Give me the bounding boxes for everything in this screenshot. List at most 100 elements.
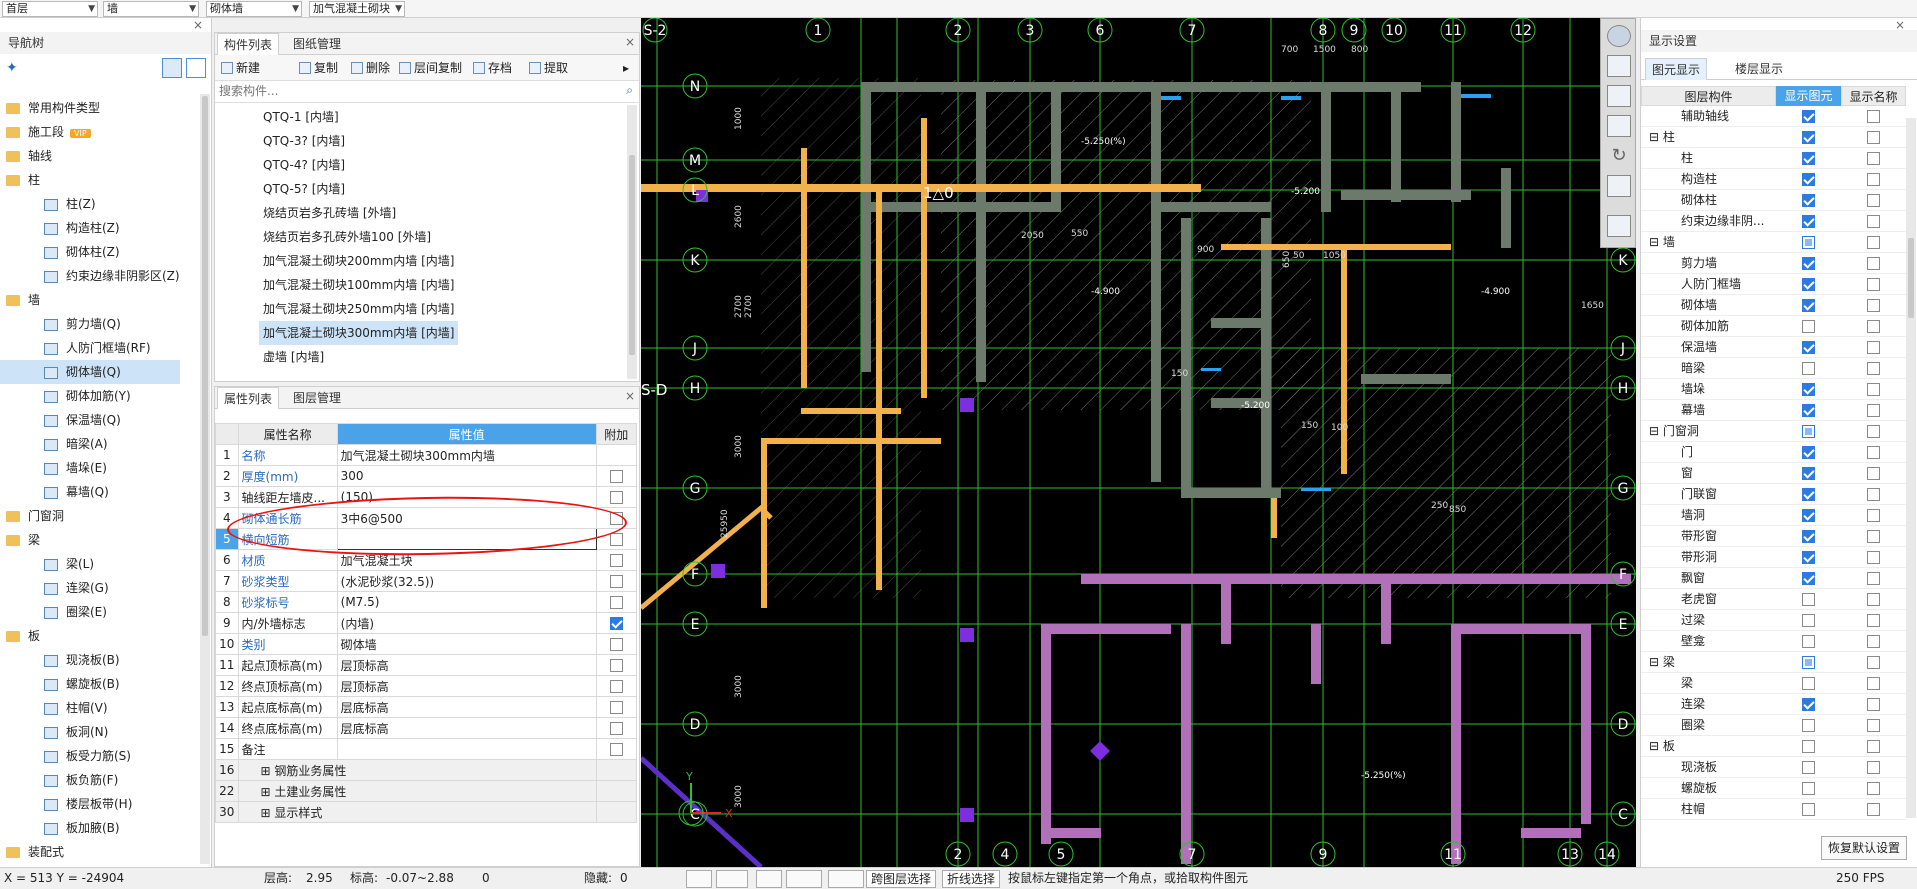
- nav-item[interactable]: 板受力筋(S): [0, 744, 196, 768]
- display-row[interactable]: ⊟ 墙: [1641, 232, 1906, 253]
- extra-checkbox[interactable]: [609, 722, 623, 735]
- nav-item[interactable]: 现浇板(B): [0, 648, 196, 672]
- property-value[interactable]: 层底标高: [336, 696, 597, 718]
- display-row[interactable]: 墙垛: [1641, 379, 1906, 400]
- nav-item[interactable]: 剪力墙(Q): [0, 312, 196, 336]
- component-item[interactable]: 加气混凝土砌块250mm内墙 [内墙]: [259, 297, 458, 321]
- grid-view-icon[interactable]: [186, 58, 206, 78]
- component-item[interactable]: 烧结页岩多孔砖墙 [外墙]: [259, 201, 400, 225]
- show-element-checkbox[interactable]: [1802, 719, 1815, 732]
- show-name-checkbox[interactable]: [1867, 257, 1880, 270]
- show-element-checkbox[interactable]: [1802, 614, 1815, 627]
- display-row[interactable]: 幕墙: [1641, 400, 1906, 421]
- property-value[interactable]: 层顶标高: [336, 654, 597, 676]
- display-row[interactable]: 墙洞: [1641, 505, 1906, 526]
- extra-checkbox[interactable]: [609, 470, 623, 483]
- extra-checkbox[interactable]: [609, 617, 623, 630]
- nav-item[interactable]: 常用构件类型: [0, 96, 196, 120]
- property-row[interactable]: 14 终点底标高(m) 层底标高: [215, 717, 638, 739]
- property-value[interactable]: 层底标高: [336, 717, 597, 739]
- property-row[interactable]: 13 起点底标高(m) 层底标高: [215, 696, 638, 718]
- expand-icon[interactable]: ⊞: [261, 764, 275, 778]
- nav-item[interactable]: 墙垛(E): [0, 456, 196, 480]
- display-row[interactable]: 砌体加筋: [1641, 316, 1906, 337]
- nav-item[interactable]: 构造柱(Z): [0, 216, 196, 240]
- show-name-checkbox[interactable]: [1867, 761, 1880, 774]
- property-row[interactable]: 16 ⊞ 钢筋业务属性: [215, 759, 638, 781]
- close-icon[interactable]: ×: [625, 389, 635, 403]
- nav-item[interactable]: 楼层板带(H): [0, 792, 196, 816]
- show-name-checkbox[interactable]: [1867, 740, 1880, 753]
- component-item[interactable]: 烧结页岩多孔砖外墙100 [外墙]: [259, 225, 435, 249]
- collapse-icon[interactable]: ⊟: [1649, 655, 1663, 669]
- display-row[interactable]: 过梁: [1641, 610, 1906, 631]
- expand-icon[interactable]: [1607, 175, 1631, 197]
- component-scrollbar[interactable]: [627, 105, 637, 379]
- show-element-checkbox[interactable]: [1802, 404, 1815, 417]
- tab-layer-management[interactable]: 图层管理: [287, 387, 347, 409]
- extract-button[interactable]: 提取: [529, 59, 568, 77]
- display-row[interactable]: 老虎窗: [1641, 589, 1906, 610]
- property-row[interactable]: 12 终点顶标高(m) 层顶标高: [215, 675, 638, 697]
- component-item[interactable]: QTQ-1 [内墙]: [259, 105, 343, 129]
- show-element-checkbox[interactable]: [1802, 740, 1815, 753]
- nav-item[interactable]: 墙: [0, 288, 196, 312]
- show-name-checkbox[interactable]: [1867, 719, 1880, 732]
- angle-icon[interactable]: [786, 870, 822, 888]
- component-item[interactable]: QTQ-4? [内墙]: [259, 153, 349, 177]
- nav-item[interactable]: 暗梁(A): [0, 432, 196, 456]
- search-icon[interactable]: ⌕: [626, 83, 633, 98]
- display-row[interactable]: 暗梁: [1641, 358, 1906, 379]
- expand-icon[interactable]: ⊞: [261, 785, 275, 799]
- extra-checkbox[interactable]: [609, 554, 623, 567]
- restore-default-button[interactable]: 恢复默认设置: [1821, 836, 1907, 860]
- show-element-checkbox[interactable]: [1802, 803, 1815, 816]
- show-name-checkbox[interactable]: [1867, 803, 1880, 816]
- tab-element-display[interactable]: 图元显示: [1645, 58, 1708, 80]
- tab-floor-display[interactable]: 楼层显示: [1729, 58, 1789, 80]
- display-row[interactable]: 砌体墙: [1641, 295, 1906, 316]
- new-button[interactable]: 新建: [221, 59, 260, 77]
- nav-item[interactable]: 人防门框墙(RF): [0, 336, 196, 360]
- collapse-icon[interactable]: ⊟: [1649, 235, 1663, 249]
- drawing-canvas[interactable]: S-2123678910111224579111314NMLKJHGFEDCNM…: [641, 18, 1636, 867]
- display-row[interactable]: 保温墙: [1641, 337, 1906, 358]
- nav-item[interactable]: 螺旋板(B): [0, 672, 196, 696]
- show-name-checkbox[interactable]: [1867, 341, 1880, 354]
- component-item[interactable]: 加气混凝土砌块200mm内墙 [内墙]: [259, 249, 458, 273]
- property-row[interactable]: 22 ⊞ 土建业务属性: [215, 780, 638, 802]
- nav-item[interactable]: 板: [0, 624, 196, 648]
- cube-view-icon[interactable]: [1607, 85, 1631, 107]
- show-element-checkbox[interactable]: [1802, 425, 1815, 438]
- more-icon[interactable]: ▸: [623, 59, 629, 77]
- component-item[interactable]: QTQ-5? [内墙]: [259, 177, 349, 201]
- nav-item[interactable]: 施工段 VIP: [0, 120, 196, 144]
- extra-checkbox[interactable]: [609, 743, 623, 756]
- show-element-checkbox[interactable]: [1802, 698, 1815, 711]
- subtype-dropdown[interactable]: 砌体墙 ▼: [206, 1, 302, 17]
- property-row[interactable]: 11 起点顶标高(m) 层顶标高: [215, 654, 638, 676]
- nav-item[interactable]: 板负筋(F): [0, 768, 196, 792]
- collapse-icon[interactable]: ⊟: [1649, 424, 1663, 438]
- display-row[interactable]: 连梁: [1641, 694, 1906, 715]
- display-row[interactable]: 螺旋板: [1641, 778, 1906, 799]
- property-row[interactable]: 30 ⊞ 显示样式: [215, 801, 638, 823]
- show-element-checkbox[interactable]: [1802, 341, 1815, 354]
- show-name-checkbox[interactable]: [1867, 782, 1880, 795]
- 3d-view-icon[interactable]: [1607, 55, 1631, 77]
- globe-view-icon[interactable]: [1607, 25, 1631, 47]
- show-name-checkbox[interactable]: [1867, 110, 1880, 123]
- collapse-icon[interactable]: ⊟: [1649, 130, 1663, 144]
- show-element-checkbox[interactable]: [1802, 656, 1815, 669]
- category-dropdown[interactable]: 墙 ▼: [103, 1, 199, 17]
- component-item[interactable]: QTQ-3? [内墙]: [259, 129, 349, 153]
- show-name-checkbox[interactable]: [1867, 362, 1880, 375]
- show-name-checkbox[interactable]: [1867, 572, 1880, 585]
- extra-checkbox[interactable]: [609, 638, 623, 651]
- show-name-checkbox[interactable]: [1867, 677, 1880, 690]
- display-row[interactable]: 构造柱: [1641, 169, 1906, 190]
- show-element-checkbox[interactable]: [1802, 152, 1815, 165]
- cross-floor-select-button[interactable]: 跨图层选择: [866, 870, 937, 888]
- show-element-checkbox[interactable]: [1802, 761, 1815, 774]
- display-row[interactable]: 壁龛: [1641, 631, 1906, 652]
